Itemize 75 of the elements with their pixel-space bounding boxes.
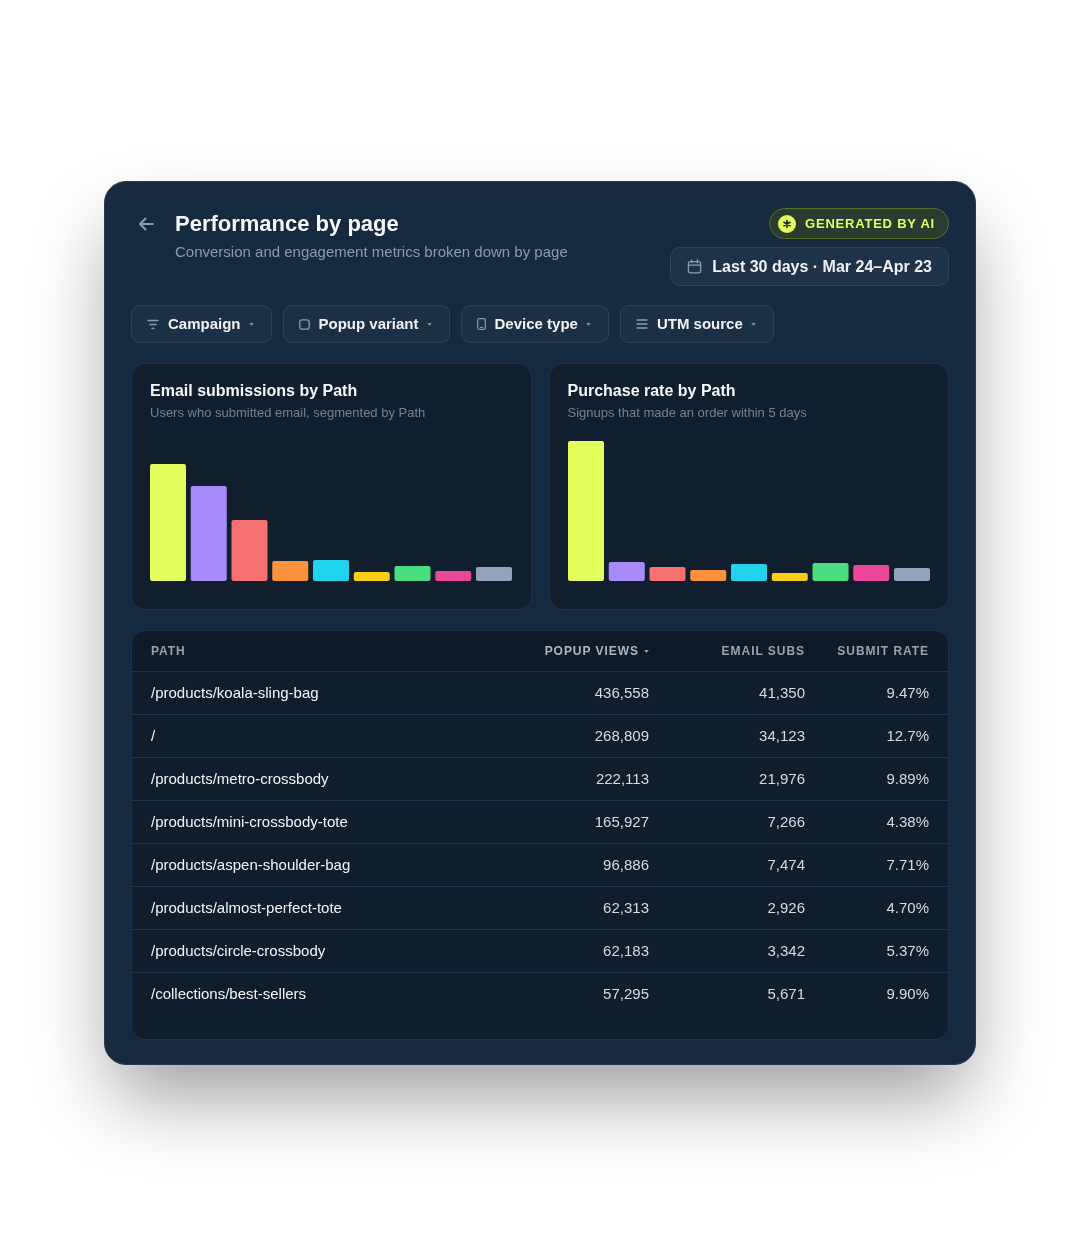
page-path: /products/metro-crossbody bbox=[151, 768, 329, 789]
email-subs-value: 34,123 bbox=[759, 725, 805, 746]
caret-icon bbox=[248, 322, 254, 326]
column-header[interactable]: PATH bbox=[151, 642, 186, 660]
chart-subtitle: Users who submitted email, segmented by Path bbox=[150, 404, 427, 422]
email-subs-value: 3,342 bbox=[767, 940, 805, 961]
email-subs-value: 41,350 bbox=[759, 682, 805, 703]
bar bbox=[231, 520, 268, 581]
popup-views-value: 222,113 bbox=[595, 768, 649, 789]
bar bbox=[394, 566, 431, 581]
bar bbox=[272, 561, 309, 581]
sort-caret-icon bbox=[644, 649, 649, 653]
bar bbox=[812, 563, 848, 581]
submit-rate-value: 4.70% bbox=[886, 897, 929, 918]
popup-views-value: 165,927 bbox=[594, 811, 649, 832]
email-subs-value: 7,474 bbox=[767, 854, 805, 875]
page-path: /products/almost-perfect-tote bbox=[151, 897, 342, 918]
chart-subtitle: Signups that made an order within 5 days bbox=[567, 404, 808, 422]
badge-label: GENERATED BY AI bbox=[805, 214, 935, 233]
bar bbox=[893, 568, 930, 581]
email-subs-value: 7,266 bbox=[767, 811, 805, 832]
page-path: /products/mini-crossbody-tote bbox=[151, 811, 348, 832]
submit-rate-value: 9.90% bbox=[886, 984, 929, 1005]
bar bbox=[476, 567, 512, 581]
email-subs-value: 5,671 bbox=[767, 984, 805, 1005]
filter-dropdown[interactable]: Device type bbox=[460, 305, 609, 343]
page-path: /products/aspen-shoulder-bag bbox=[151, 854, 351, 875]
page-title: Performance by page bbox=[175, 210, 400, 238]
column-header[interactable]: SUBMIT RATE bbox=[837, 642, 929, 660]
back-arrow-icon[interactable] bbox=[138, 217, 154, 231]
list-icon bbox=[635, 319, 648, 329]
submit-rate-value: 12.7% bbox=[886, 725, 929, 746]
bar bbox=[730, 564, 767, 581]
bar bbox=[689, 570, 726, 581]
asterisk-icon bbox=[778, 214, 797, 233]
caret-icon bbox=[426, 322, 432, 326]
popup-views-value: 62,313 bbox=[603, 897, 649, 918]
calendar-icon bbox=[687, 259, 703, 274]
popup-views-value: 268,809 bbox=[594, 725, 649, 746]
bar bbox=[771, 573, 808, 581]
bar bbox=[608, 562, 645, 581]
column-header[interactable]: EMAIL SUBS bbox=[721, 642, 805, 660]
submit-rate-value: 5.37% bbox=[886, 940, 929, 961]
filter-dropdown[interactable]: UTM source bbox=[619, 305, 774, 343]
submit-rate-value: 9.89% bbox=[886, 768, 929, 789]
filter-dropdown[interactable]: Campaign bbox=[131, 305, 272, 343]
bar bbox=[353, 572, 390, 581]
bar bbox=[313, 560, 349, 581]
bar bbox=[435, 571, 472, 581]
page-path: /products/circle-crossbody bbox=[151, 940, 326, 961]
square-icon bbox=[298, 318, 310, 330]
caret-icon bbox=[750, 322, 756, 326]
page-path: /collections/best-sellers bbox=[151, 984, 307, 1005]
page-path: /products/koala-sling-bag bbox=[151, 682, 319, 703]
filter-icon bbox=[147, 318, 159, 330]
submit-rate-value: 4.38% bbox=[886, 811, 929, 832]
chart-title: Email submissions by Path bbox=[150, 381, 359, 401]
caret-icon bbox=[585, 322, 591, 326]
popup-views-value: 57,295 bbox=[603, 984, 649, 1005]
submit-rate-value: 7.71% bbox=[886, 854, 929, 875]
bar bbox=[852, 565, 889, 581]
popup-views-value: 436,558 bbox=[594, 682, 649, 703]
bar bbox=[649, 567, 685, 581]
phone-icon bbox=[476, 318, 486, 330]
email-subs-value: 2,926 bbox=[767, 897, 805, 918]
popup-views-value: 62,183 bbox=[603, 940, 649, 961]
date-range-button[interactable]: Last 30 days · Mar 24–Apr 23 bbox=[670, 247, 949, 286]
page-subtitle: Conversion and engagement metrics broken down by page bbox=[175, 242, 568, 262]
filter-dropdown[interactable]: Popup variant bbox=[282, 305, 450, 343]
chart-title: Purchase rate by Path bbox=[567, 381, 737, 401]
popup-views-value: 96,886 bbox=[603, 854, 649, 875]
page-path: / bbox=[151, 725, 156, 746]
submit-rate-value: 9.47% bbox=[886, 682, 929, 703]
column-header[interactable]: POPUP VIEWS bbox=[544, 642, 639, 660]
email-subs-value: 21,976 bbox=[759, 768, 805, 789]
